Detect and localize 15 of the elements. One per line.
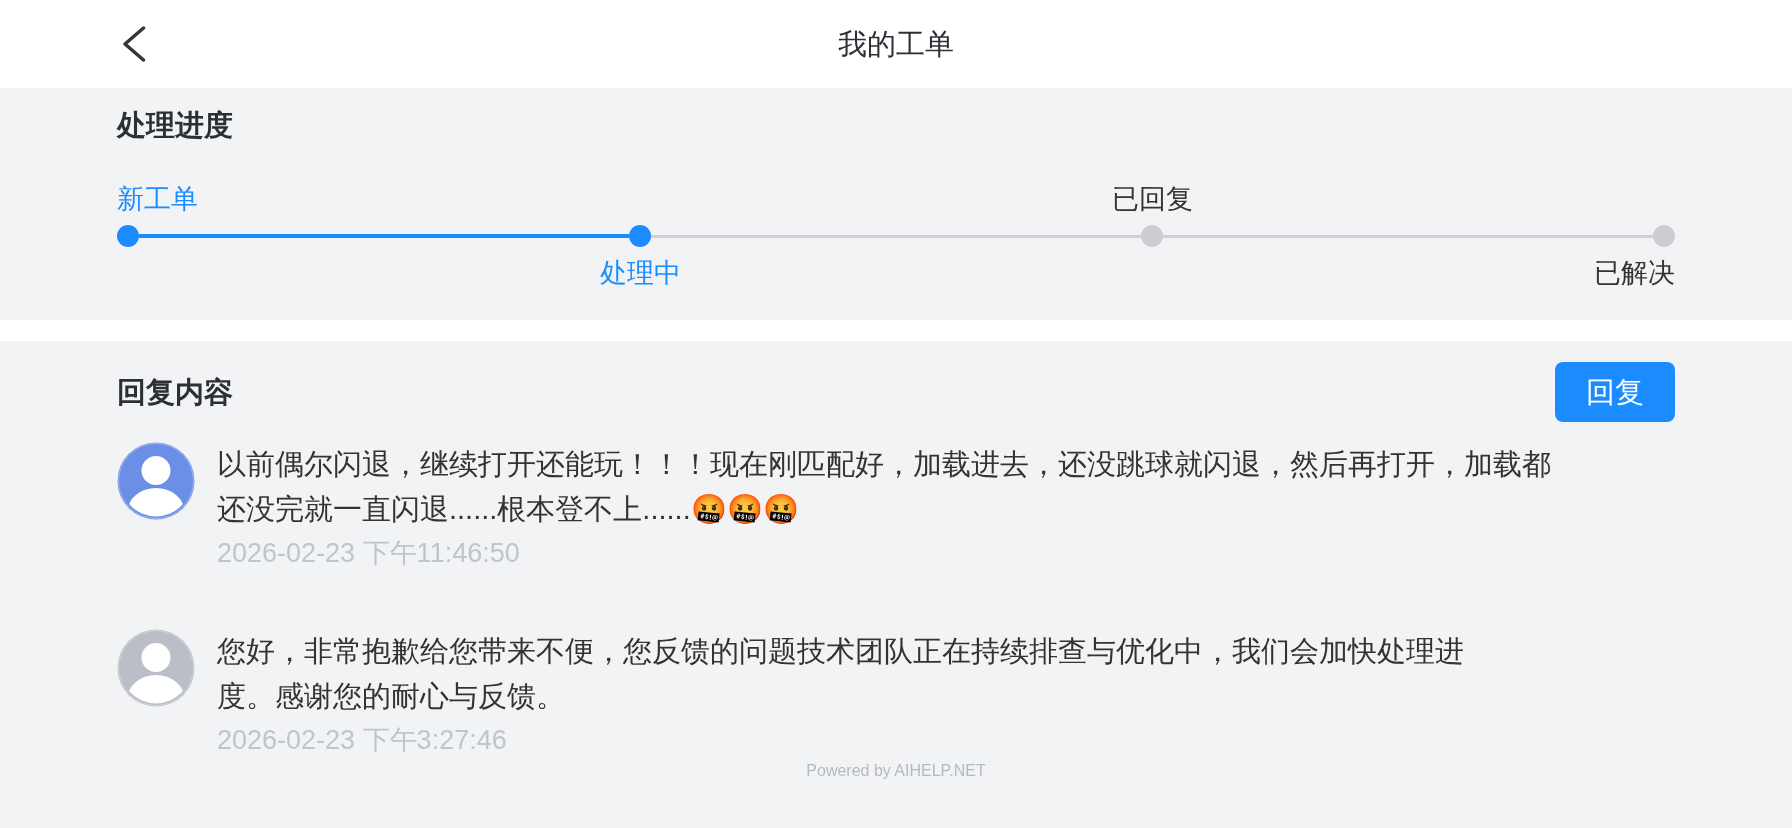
page-title: 我的工单 [838,27,954,62]
section-heading: 处理进度 [117,108,233,143]
avatar-icon [117,629,195,707]
back-button[interactable] [122,26,146,62]
section-heading: 回复内容 [117,375,233,410]
step-label: 新工单 [117,183,198,215]
step-label: 已回复 [1111,183,1193,215]
reply-button[interactable]: 回复 [1555,362,1675,422]
message-text: 您好，非常抱歉给您带来不便，您反馈的问题技术团队正在持续排查与优化中，我们会加快处理进度。感谢您的耐心与反馈。 [217,634,1465,714]
avatar-icon [117,442,195,520]
chevron-left-icon [122,26,146,62]
step-label: 处理中 [599,257,681,289]
step-label: 已解决 [1594,257,1675,289]
message-text: 以前偶尔闪退，继续打开还能玩！！！现在刚匹配好，加载进去，还没跳球就闪退，然后再打开，加载都还没完就一直闪退......根本登不上......🤬🤬🤬 [217,447,1552,527]
powered-by-text: Powered by AIHELP.NET [806,761,986,781]
